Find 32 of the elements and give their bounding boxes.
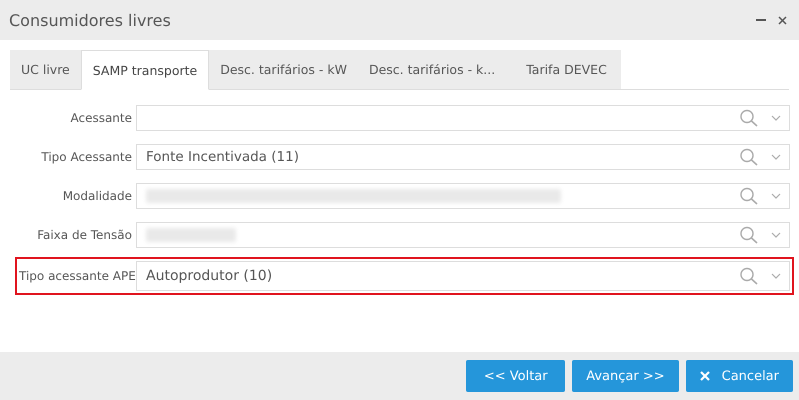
chevron-down-icon[interactable]	[771, 232, 781, 238]
close-icon	[700, 371, 710, 381]
combo-field[interactable]	[136, 183, 790, 209]
search-icon[interactable]	[739, 267, 759, 285]
chevron-down-icon[interactable]	[771, 193, 781, 199]
field-label: Modalidade	[62, 189, 132, 203]
field-label: Tipo Acessante	[40, 150, 132, 164]
chevron-down-icon[interactable]	[771, 273, 781, 279]
combo-field[interactable]: Fonte Incentivada (11)	[136, 144, 790, 170]
chevron-down-icon[interactable]	[771, 115, 781, 121]
close-icon[interactable]	[778, 16, 787, 24]
search-icon[interactable]	[739, 109, 759, 127]
tab[interactable]: Tarifa DEVEC	[506, 50, 621, 89]
search-icon[interactable]	[739, 148, 759, 166]
next-button[interactable]: Avançar >>	[572, 360, 679, 392]
tab[interactable]: SAMP transporte	[80, 50, 210, 90]
field-value: Fonte Incentivada (11)	[146, 149, 299, 165]
field-label: Faixa de Tensão	[36, 228, 132, 242]
tab[interactable]: Desc. tarifários - kW	[209, 50, 358, 89]
field-label: Acessante	[69, 111, 132, 125]
search-icon[interactable]	[739, 226, 759, 244]
back-button[interactable]: << Voltar	[466, 360, 566, 392]
combo-field[interactable]: Autoprodutor (10)	[136, 261, 790, 291]
cancel-button[interactable]: Cancelar	[686, 360, 793, 392]
field-value: Autoprodutor (10)	[146, 268, 272, 284]
window-title: Consumidores livres	[9, 10, 172, 30]
chevron-down-icon[interactable]	[771, 154, 781, 160]
search-icon[interactable]	[739, 187, 759, 205]
tab[interactable]: UC livre	[10, 50, 81, 89]
combo-field[interactable]	[136, 222, 790, 248]
tab[interactable]: Desc. tarifários - k...	[358, 50, 506, 89]
combo-field[interactable]	[136, 105, 790, 131]
